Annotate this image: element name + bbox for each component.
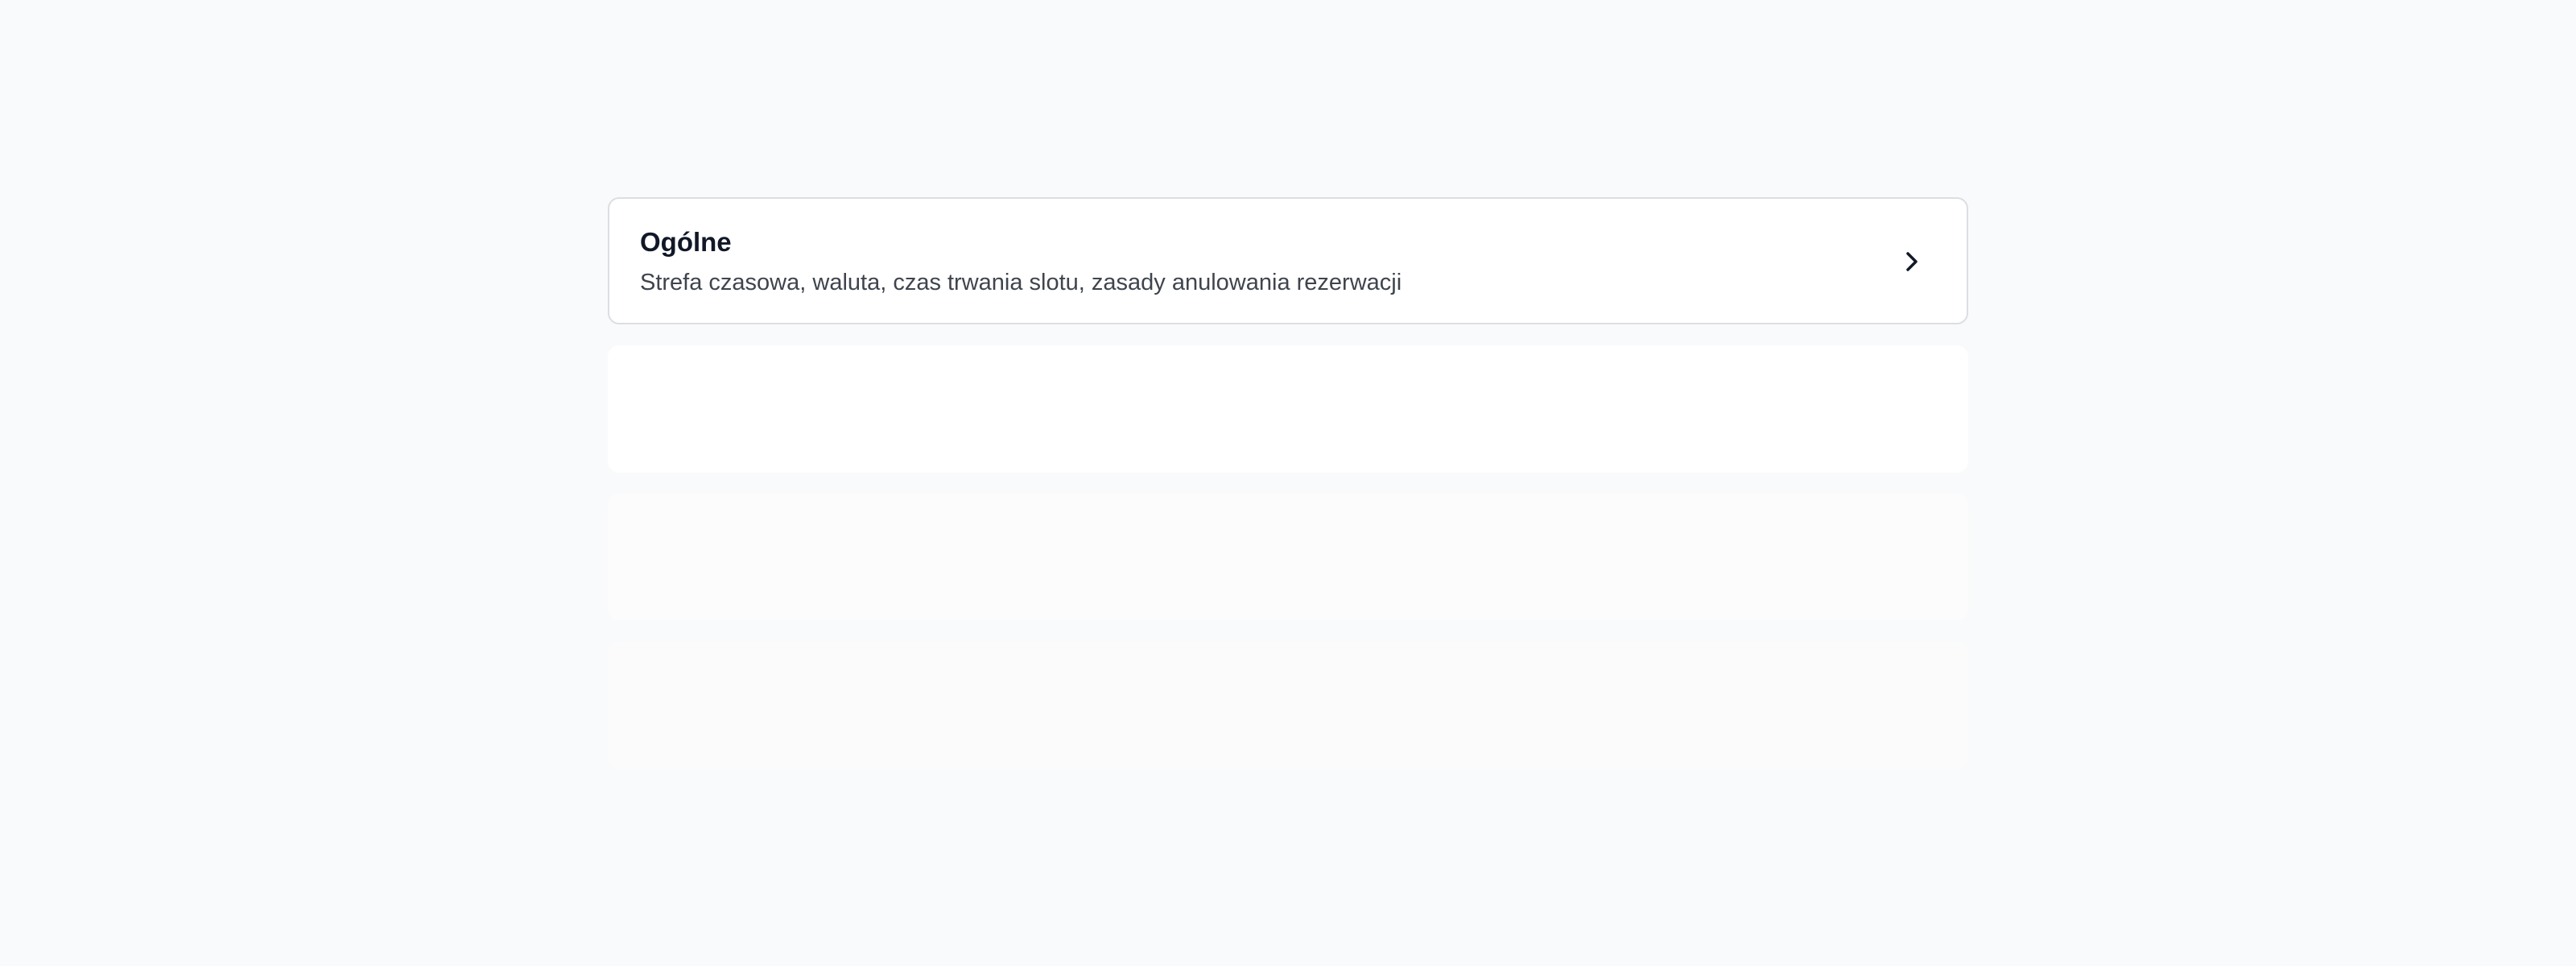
card-description: Strefa czasowa, waluta, czas trwania slo… xyxy=(640,270,1402,295)
loading-card-placeholder xyxy=(608,493,1968,621)
loading-card-placeholder xyxy=(608,642,1968,769)
card-title: Ogólne xyxy=(640,227,732,257)
settings-card-general[interactable]: Ogólne Strefa czasowa, waluta, czas trwa… xyxy=(608,197,1968,324)
settings-list: Ogólne Strefa czasowa, waluta, czas trwa… xyxy=(608,197,1968,790)
chevron-right-icon xyxy=(1896,246,1928,278)
loading-card-placeholder xyxy=(608,345,1968,473)
